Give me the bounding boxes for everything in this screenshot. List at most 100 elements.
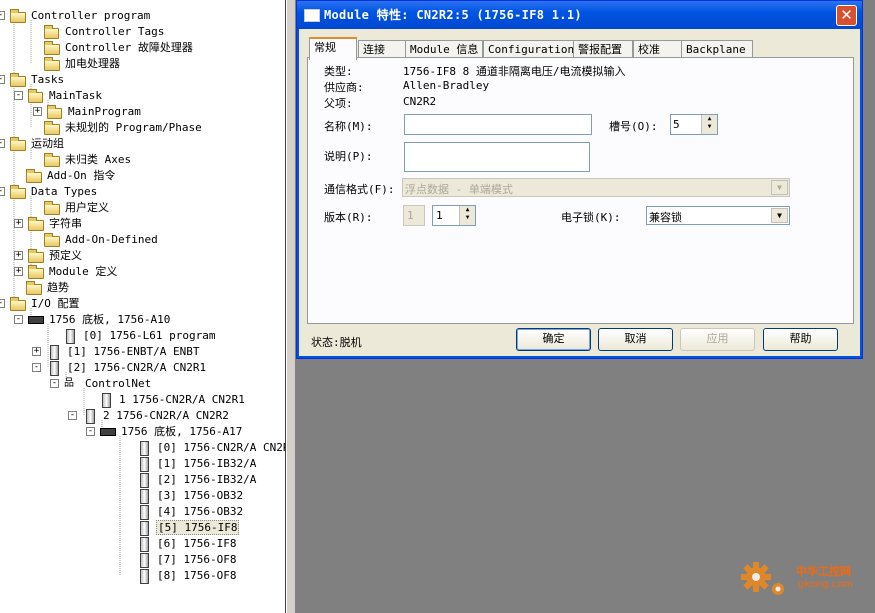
tree-node[interactable]: Add-On-Defined [0,232,285,247]
tree-node-label: [1] 1756-ENBT/A ENBT [67,345,200,358]
apply-button[interactable]: 应用 [680,328,755,351]
expand-toggle-icon[interactable]: + [33,107,42,116]
description-input[interactable] [404,142,590,172]
collapse-toggle-icon[interactable]: - [68,411,77,420]
tree-node[interactable]: + 字符串 [0,216,285,231]
tree-node-label: 预定义 [49,249,82,262]
collapse-toggle-icon[interactable]: - [0,139,5,148]
tab-configuration[interactable]: Configuration [483,40,575,58]
collapse-toggle-icon[interactable]: - [86,427,95,436]
tree-node[interactable]: - 1756 底板, 1756-A10 [0,312,285,327]
tree-node[interactable]: [6] 1756-IF8 [0,536,285,552]
tree-node-label: 1756 底板, 1756-A17 [121,425,243,438]
cancel-button[interactable]: 取消 [598,328,673,351]
tree-node[interactable]: 加电处理器 [0,56,285,71]
tree-node[interactable]: - 品 ControlNet [0,376,285,391]
tree-node[interactable]: + MainProgram [0,104,285,119]
collapse-toggle-icon[interactable]: - [0,11,5,20]
close-button[interactable]: ✕ [836,5,857,26]
collapse-toggle-icon[interactable]: - [0,299,5,308]
expand-toggle-icon[interactable]: + [14,251,23,260]
tree-node-label: MainProgram [68,105,141,118]
module-icon [140,569,149,584]
folder-icon [44,121,60,135]
tree-node[interactable]: - I/O 配置 [0,296,285,311]
collapse-toggle-icon[interactable]: - [14,91,23,100]
tags-icon [44,25,59,39]
tree-node[interactable]: 未规划的 Program/Phase [0,120,285,135]
tree-node[interactable]: [0] 1756-L61 program [0,328,285,344]
tree-node-label: [6] 1756-IF8 [157,537,237,550]
tree-node[interactable]: + 预定义 [0,248,285,263]
expand-toggle-icon[interactable]: + [14,267,23,276]
collapse-toggle-icon[interactable]: - [32,363,41,372]
tree-node[interactable]: Controller Tags [0,24,285,39]
ok-button[interactable]: 确定 [516,328,591,351]
tree-node[interactable]: [1] 1756-IB32/A [0,456,285,472]
revision-spin-arrows-icon[interactable]: ▲ ▼ [459,206,475,225]
tab-alarm-config[interactable]: 警报配置 [573,40,633,58]
pane-splitter[interactable] [286,0,296,613]
tree-node-label: MainTask [49,89,102,102]
parent-value: CN2R2 [403,95,437,108]
tree-node-label: Controller Tags [65,25,165,38]
module-icon [102,393,111,408]
tree-node[interactable]: 趋势 [0,280,285,295]
slot-spin-arrows-icon[interactable]: ▲ ▼ [701,115,717,134]
module-icon [50,345,59,360]
slot-value: 5 [673,118,680,131]
tree-node-label: [2] 1756-CN2R/A CN2R1 [67,361,207,374]
tree-node[interactable]: [8] 1756-OF8 [0,568,285,584]
tab-backplane[interactable]: Backplane [681,40,753,58]
collapse-toggle-icon[interactable]: - [0,187,5,196]
name-input[interactable] [404,114,592,135]
tree-node[interactable]: - [2] 1756-CN2R/A CN2R1 [0,360,285,376]
folder-icon [26,281,42,295]
tree-node[interactable]: - MainTask [0,88,285,103]
tab-general[interactable]: 常规 [309,37,357,60]
tree-node-label: 未归类 Axes [65,153,132,166]
tree-node[interactable]: Add-On 指令 [0,168,285,183]
tree-node[interactable]: + [1] 1756-ENBT/A ENBT [0,344,285,360]
tree-node-label: Controller program [31,9,151,22]
help-button[interactable]: 帮助 [763,328,838,351]
tab-connection[interactable]: 连接 [358,40,408,58]
tree-node[interactable]: [3] 1756-OB32 [0,488,285,504]
tree-node[interactable]: - Tasks [0,72,285,87]
tree-node[interactable]: - Data Types [0,184,285,199]
tree-node[interactable]: - 1756 底板, 1756-A17 [0,424,285,439]
collapse-toggle-icon[interactable]: - [0,75,5,84]
project-tree[interactable]: - Controller program Controller Tags Contro… [0,0,286,613]
tree-node[interactable]: - Controller program [0,8,285,23]
gkong-watermark: 中华工控网 gkong.com [738,555,868,600]
tree-node[interactable]: [2] 1756-IB32/A [0,472,285,488]
tree-node[interactable]: Controller 故障处理器 [0,40,285,55]
tree-node[interactable]: [7] 1756-OF8 [0,552,285,568]
tree-node-label: 趋势 [47,281,69,294]
dialog-titlebar[interactable]: Module 特性: CN2R2:5 (1756-IF8 1.1) ✕ [297,1,862,29]
tree-node-label: Add-On 指令 [47,169,116,182]
collapse-toggle-icon[interactable]: - [14,315,23,324]
tree-node[interactable]: 用户定义 [0,200,285,215]
tree-node[interactable]: - 2 1756-CN2R/A CN2R2 [0,408,285,424]
tree-node-label: Data Types [31,185,98,198]
tree-node[interactable]: - 运动组 [0,136,285,151]
tree-node[interactable]: 未归类 Axes [0,152,285,167]
revision-label: 版本(R): [324,211,373,224]
electronic-key-select[interactable]: 兼容锁 ▼ [646,206,790,225]
tab-module-info[interactable]: Module 信息 [405,40,483,58]
tree-node[interactable]: [5] 1756-IF8 [0,520,285,536]
tree-node[interactable]: [4] 1756-OB32 [0,504,285,520]
collapse-toggle-icon[interactable]: - [50,379,59,388]
slot-spinner[interactable]: 5 ▲ ▼ [670,114,718,135]
revision-minor-spinner[interactable]: 1 ▲ ▼ [432,205,476,226]
rack-icon [100,428,116,436]
electronic-key-dropdown-icon[interactable]: ▼ [771,208,788,223]
tab-calibration[interactable]: 校准 [633,40,683,58]
window-icon [304,9,320,22]
tree-node[interactable]: + Module 定义 [0,264,285,279]
tree-node[interactable]: 1 1756-CN2R/A CN2R1 [0,392,285,408]
tree-node[interactable]: [0] 1756-CN2R/A CN2R [0,440,285,456]
expand-toggle-icon[interactable]: + [32,347,41,356]
expand-toggle-icon[interactable]: + [14,219,23,228]
